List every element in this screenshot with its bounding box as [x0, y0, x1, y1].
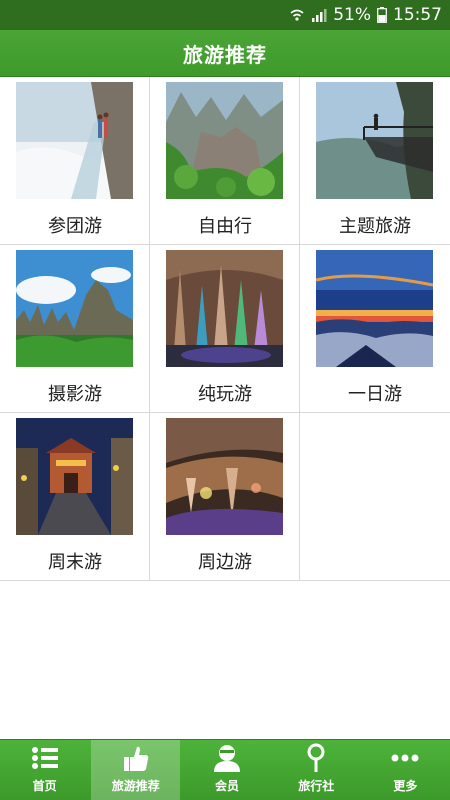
glass-cliff-walkway-photo: [16, 82, 133, 199]
category-label: 参团游: [48, 216, 102, 237]
app-header: 旅游推荐: [0, 30, 450, 77]
category-tile-pure-fun-tour[interactable]: 纯玩游: [150, 245, 300, 412]
tab-label: 更多: [393, 779, 418, 793]
category-tile-themed-travel[interactable]: 主题旅游: [300, 77, 450, 244]
category-label: 纯玩游: [198, 384, 252, 405]
category-label: 自由行: [198, 216, 252, 237]
lit-cave-photo: [166, 418, 283, 535]
grid-row: 摄影游 纯玩游 一日游: [0, 245, 450, 413]
category-label: 主题旅游: [339, 216, 411, 237]
more-dots-icon: [391, 754, 419, 762]
mountain-valley-photo: [166, 82, 283, 199]
cave-stalagmites-photo: [166, 250, 283, 367]
ancient-town-night-photo: [16, 418, 133, 535]
tab-label: 旅行社: [298, 779, 335, 793]
glass-viewing-platform-photo: [316, 82, 433, 199]
tab-travel-recommendations[interactable]: 旅游推荐: [91, 740, 181, 800]
tab-member[interactable]: 会员: [182, 740, 271, 800]
category-label: 周边游: [198, 552, 252, 573]
category-label: 一日游: [348, 384, 402, 405]
category-tile-independent-travel[interactable]: 自由行: [150, 77, 300, 244]
grid-row: 周末游 周边游: [0, 413, 450, 581]
tab-label: 首页: [32, 779, 57, 793]
battery-percent: 51%: [333, 5, 371, 25]
category-tile-photography-tour[interactable]: 摄影游: [0, 245, 150, 412]
tab-more[interactable]: 更多: [361, 740, 450, 800]
category-label: 周末游: [48, 552, 102, 573]
tab-label: 会员: [215, 779, 240, 793]
tab-travel-agency[interactable]: 旅行社: [272, 740, 361, 800]
location-pin-icon: [307, 743, 325, 772]
tab-home[interactable]: 首页: [0, 740, 89, 800]
thumbs-up-icon: [123, 746, 149, 771]
signal-icon: [311, 7, 327, 23]
category-grid: 参团游 自由行 主题旅游 摄影游 纯玩游 一日游 周末游 周边游: [0, 77, 450, 581]
empty-cell: [300, 413, 450, 580]
bottom-tab-bar: 首页 旅游推荐 会员 旅行社 更多: [0, 739, 450, 800]
battery-icon: [377, 7, 387, 23]
category-tile-nearby-tour[interactable]: 周边游: [150, 413, 300, 580]
category-tile-group-tour[interactable]: 参团游: [0, 77, 150, 244]
wifi-icon: [289, 7, 305, 23]
clock: 15:57: [393, 5, 442, 25]
sunset-sea-of-clouds-photo: [316, 250, 433, 367]
list-icon: [31, 747, 58, 769]
category-tile-day-tour[interactable]: 一日游: [300, 245, 450, 412]
grid-row: 参团游 自由行 主题旅游: [0, 77, 450, 245]
page-title: 旅游推荐: [183, 42, 267, 67]
category-tile-weekend-tour[interactable]: 周末游: [0, 413, 150, 580]
category-label: 摄影游: [48, 384, 102, 405]
tab-label: 旅游推荐: [111, 779, 160, 793]
karst-peaks-photo: [16, 250, 133, 367]
user-icon: [214, 745, 240, 772]
status-bar: 51% 15:57: [0, 0, 450, 30]
